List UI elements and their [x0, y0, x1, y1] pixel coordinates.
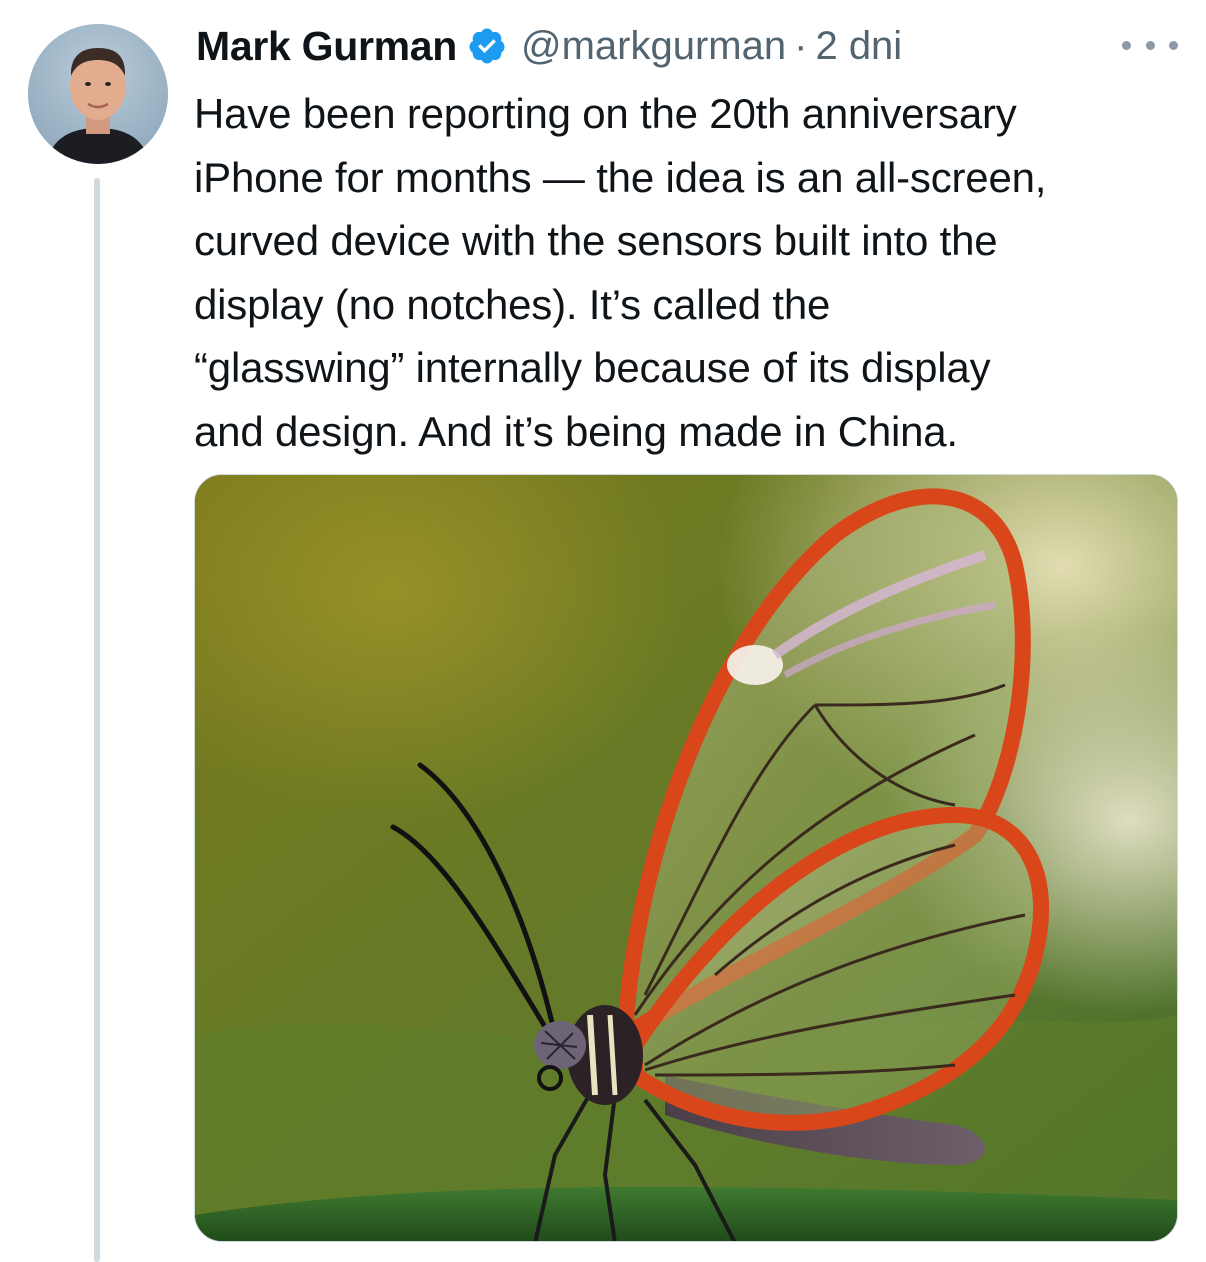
avatar-image — [28, 24, 168, 164]
author-handle[interactable]: @markgurman — [521, 24, 786, 69]
author-avatar[interactable] — [28, 24, 168, 164]
tweet-text-line: and design. And it’s being made in China… — [194, 407, 958, 455]
ellipsis-dot — [1169, 40, 1178, 50]
tweet-header: Mark Gurman @markgurman · 2 dni — [196, 16, 902, 76]
tweet-text-line: display (no notches). It’s called the — [194, 280, 831, 328]
separator-dot: · — [794, 23, 808, 68]
verified-badge-icon — [467, 26, 507, 66]
tweet-media-image[interactable] — [194, 474, 1178, 1242]
tweet-timestamp[interactable]: 2 dni — [815, 24, 902, 69]
more-options-ellipsis-icon[interactable] — [1122, 30, 1178, 60]
tweet-text-line: iPhone for months — the idea is an all-s… — [194, 153, 1047, 201]
thread-connector-line — [94, 178, 100, 1262]
author-name[interactable]: Mark Gurman — [196, 23, 457, 70]
ellipsis-dot — [1122, 40, 1131, 50]
ellipsis-dot — [1145, 40, 1155, 50]
tweet-text-line: curved device with the sensors built int… — [194, 217, 998, 264]
glasswing-butterfly-photo — [195, 475, 1177, 1241]
tweet-text: Have been reporting on the 20th annivers… — [194, 82, 1194, 463]
tweet-text-line: “glasswing” internally because of its di… — [194, 344, 991, 391]
tweet-text-line: Have been reporting on the 20th annivers… — [194, 90, 1017, 137]
